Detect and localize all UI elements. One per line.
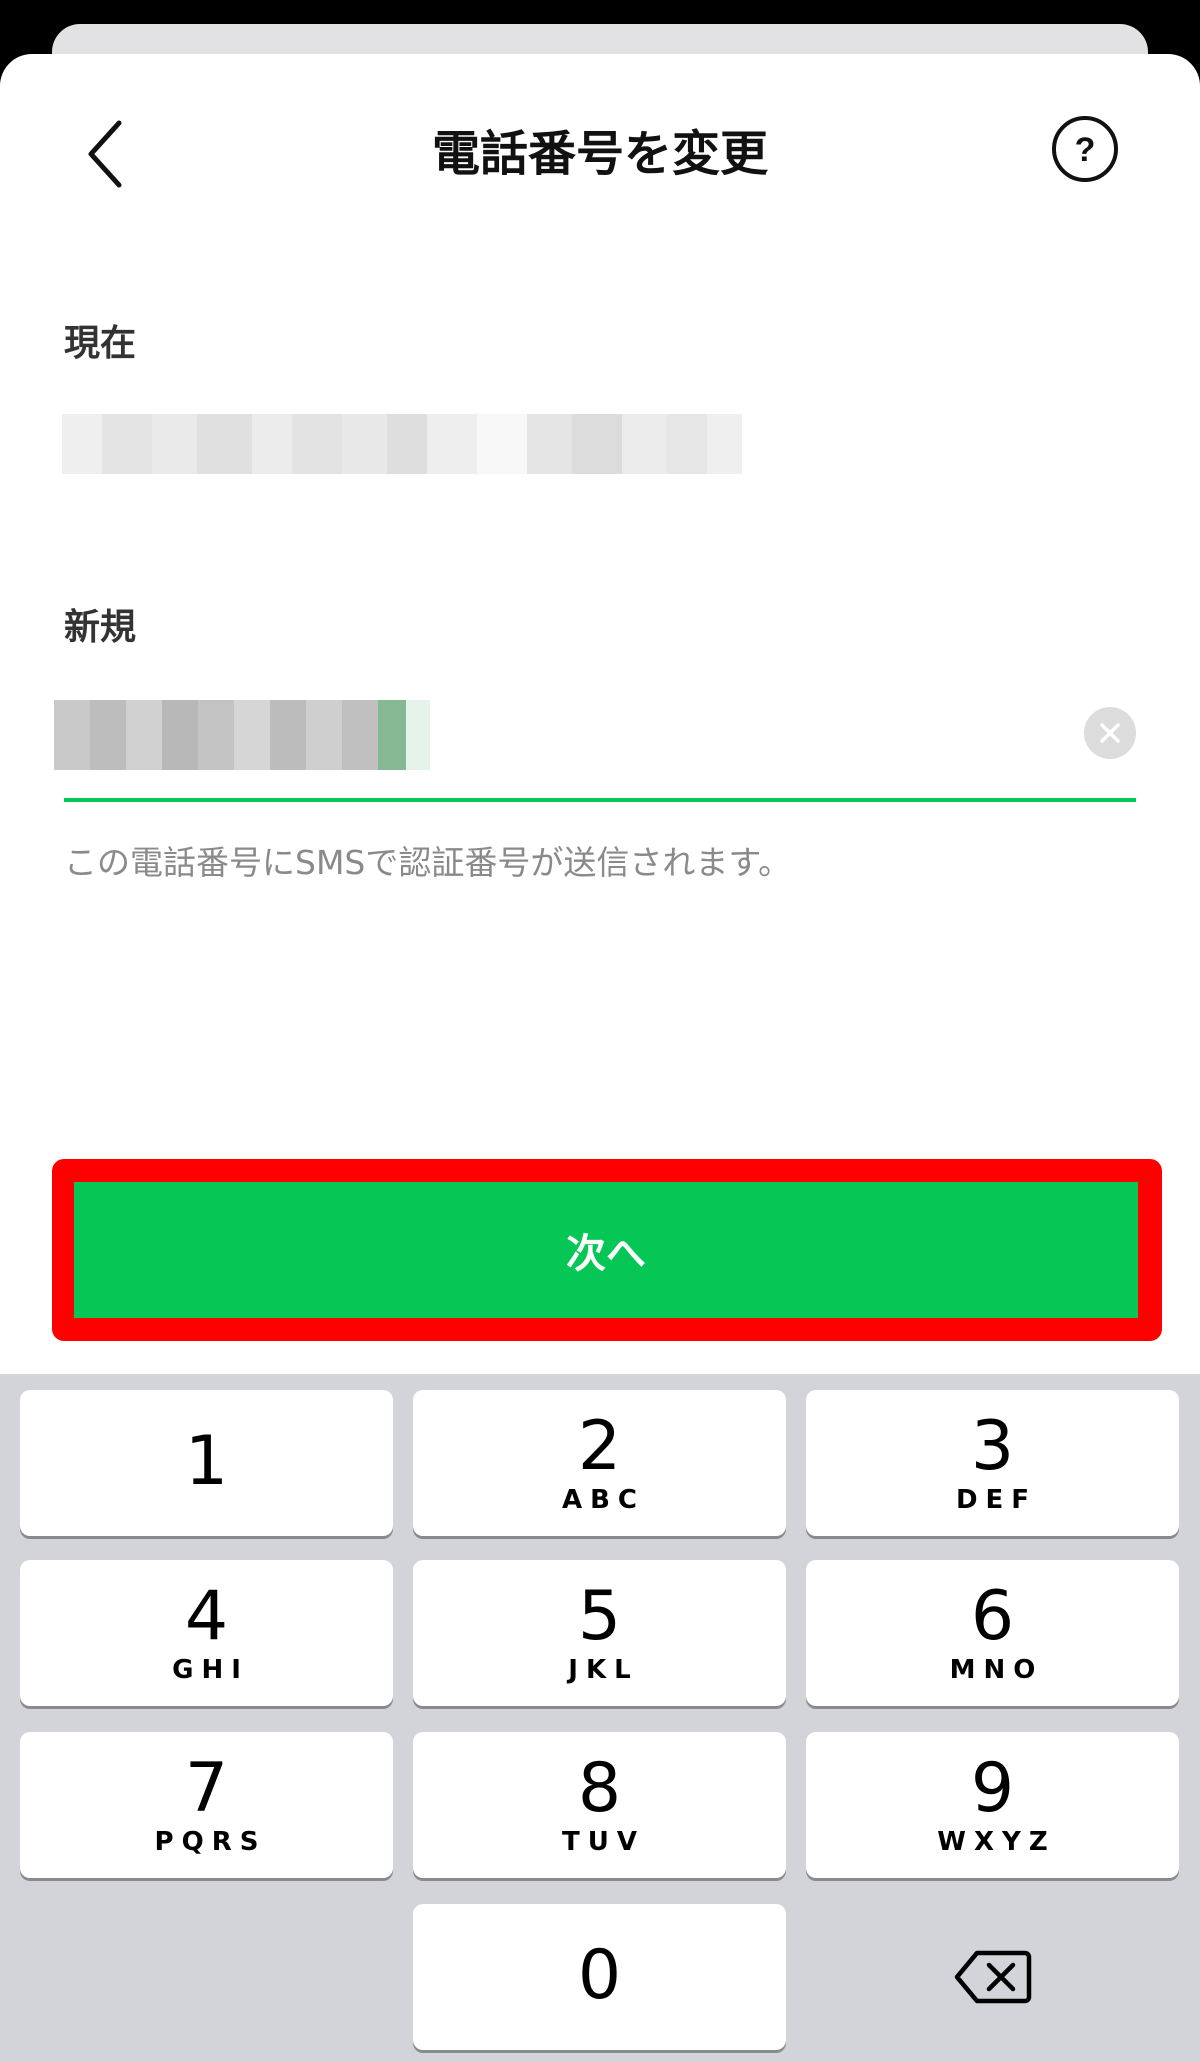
numeric-keypad: 1 2 ABC 3 DEF 4 GHI 5 JKL 6 MNO 7 PQRS 8… — [0, 1374, 1200, 2062]
change-phone-sheet: 電話番号を変更 ? 現在 新規 この電話番号にSMSで認証番号が送信されます。 … — [0, 54, 1200, 1374]
key-4[interactable]: 4 GHI — [20, 1560, 393, 1706]
delete-key[interactable] — [806, 1904, 1179, 2050]
backspace-icon — [954, 1950, 1031, 2004]
current-label: 現在 — [64, 323, 137, 364]
clear-input-button[interactable] — [1084, 707, 1136, 759]
help-button[interactable]: ? — [1050, 114, 1120, 184]
key-1[interactable]: 1 — [20, 1390, 393, 1536]
next-button[interactable]: 次へ — [74, 1182, 1138, 1318]
key-6[interactable]: 6 MNO — [806, 1560, 1179, 1706]
question-circle-icon: ? — [1052, 116, 1118, 182]
input-underline — [64, 798, 1136, 802]
sms-helper-text: この電話番号にSMSで認証番号が送信されます。 — [64, 843, 792, 882]
key-7[interactable]: 7 PQRS — [20, 1732, 393, 1878]
key-2[interactable]: 2 ABC — [413, 1390, 786, 1536]
new-number-input[interactable] — [54, 700, 450, 770]
key-0[interactable]: 0 — [413, 1904, 786, 2050]
key-9[interactable]: 9 WXYZ — [806, 1732, 1179, 1878]
page-title: 電話番号を変更 — [431, 126, 768, 182]
key-5[interactable]: 5 JKL — [413, 1560, 786, 1706]
new-label: 新規 — [64, 607, 137, 648]
svg-text:?: ? — [1075, 131, 1096, 169]
key-8[interactable]: 8 TUV — [413, 1732, 786, 1878]
clear-x-icon — [1100, 723, 1120, 743]
current-number-redacted — [62, 414, 742, 474]
key-3[interactable]: 3 DEF — [806, 1390, 1179, 1536]
